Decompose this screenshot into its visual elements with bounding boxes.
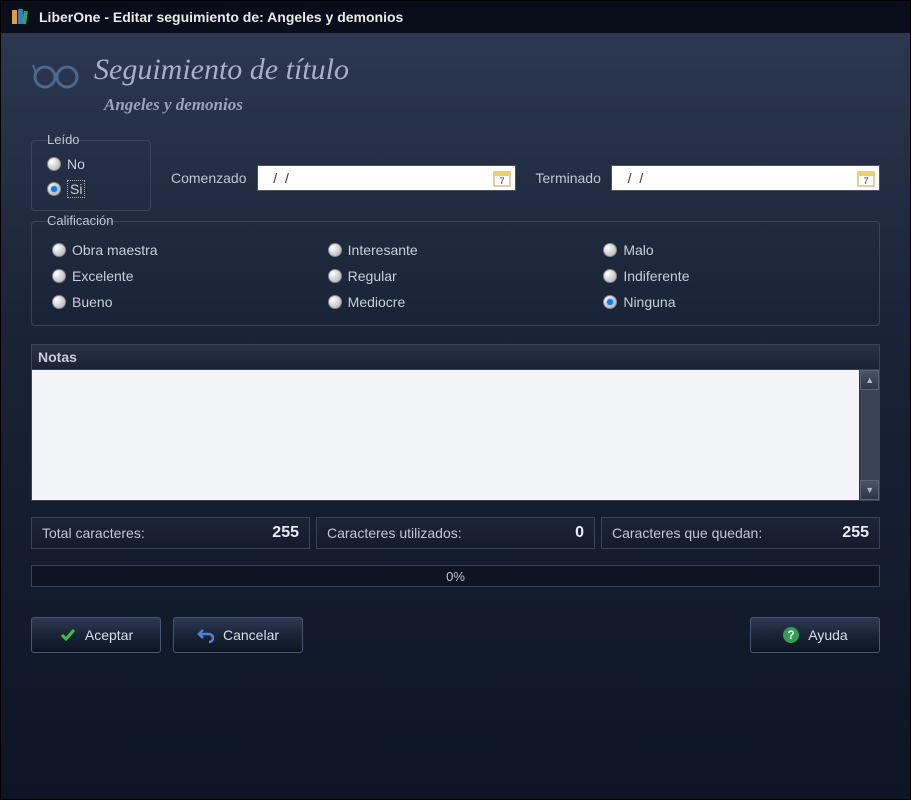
radio-malo[interactable]: Malo bbox=[603, 242, 859, 258]
started-date-input[interactable] bbox=[258, 167, 492, 189]
calificacion-options: Obra maestra Interesante Malo Excelente … bbox=[52, 242, 859, 310]
stat-label: Caracteres utilizados: bbox=[327, 525, 462, 541]
ended-input-wrap: 7 bbox=[611, 165, 880, 191]
notas-wrap: ▲ ▼ bbox=[31, 370, 880, 501]
radio-icon bbox=[52, 243, 66, 257]
radio-icon bbox=[328, 243, 342, 257]
radio-icon bbox=[328, 269, 342, 283]
calendar-icon[interactable]: 7 bbox=[856, 168, 876, 188]
radio-leido-si[interactable]: Si bbox=[47, 180, 135, 198]
radio-label: Obra maestra bbox=[72, 242, 158, 258]
spacer bbox=[315, 617, 738, 653]
undo-icon bbox=[197, 626, 215, 644]
notas-label: Notas bbox=[31, 344, 880, 370]
radio-label: Mediocre bbox=[348, 294, 406, 310]
progress-bar: 0% bbox=[31, 565, 880, 587]
radio-label: Malo bbox=[623, 242, 653, 258]
radio-label: Excelente bbox=[72, 268, 133, 284]
stat-value: 255 bbox=[842, 524, 869, 542]
check-icon bbox=[59, 626, 77, 644]
radio-icon bbox=[603, 243, 617, 257]
svg-text:7: 7 bbox=[863, 176, 868, 186]
radio-label: Si bbox=[67, 180, 85, 198]
stat-value: 255 bbox=[272, 524, 299, 542]
dates-area: Comenzado 7 Terminado bbox=[171, 140, 880, 191]
titlebar[interactable]: LiberOne - Editar seguimiento de: Angele… bbox=[1, 1, 910, 33]
notas-textarea[interactable] bbox=[32, 370, 859, 500]
page-subtitle: Angeles y demonios bbox=[104, 95, 349, 115]
accept-button[interactable]: Aceptar bbox=[31, 617, 161, 653]
leido-options: No Si bbox=[47, 156, 135, 198]
app-icon bbox=[11, 8, 29, 26]
radio-interesante[interactable]: Interesante bbox=[328, 242, 584, 258]
cancel-button[interactable]: Cancelar bbox=[173, 617, 303, 653]
progress-label: 0% bbox=[446, 569, 465, 584]
radio-icon bbox=[603, 295, 617, 309]
notas-section: Notas ▲ ▼ bbox=[31, 344, 880, 501]
leido-legend: Leído bbox=[42, 132, 85, 147]
started-input-wrap: 7 bbox=[257, 165, 516, 191]
radio-leido-no[interactable]: No bbox=[47, 156, 135, 172]
scroll-up-icon[interactable]: ▲ bbox=[860, 370, 879, 390]
radio-label: Indiferente bbox=[623, 268, 689, 284]
header-text: Seguimiento de título Angeles y demonios bbox=[94, 53, 349, 115]
stat-total: Total caracteres: 255 bbox=[31, 517, 310, 549]
button-label: Ayuda bbox=[808, 627, 847, 643]
page-title: Seguimiento de título bbox=[94, 53, 349, 87]
stats-row: Total caracteres: 255 Caracteres utiliza… bbox=[31, 517, 880, 549]
help-button[interactable]: ? Ayuda bbox=[750, 617, 880, 653]
button-label: Aceptar bbox=[85, 627, 133, 643]
radio-regular[interactable]: Regular bbox=[328, 268, 584, 284]
radio-ninguna[interactable]: Ninguna bbox=[603, 294, 859, 310]
started-label: Comenzado bbox=[171, 170, 247, 186]
radio-icon bbox=[52, 269, 66, 283]
glasses-icon bbox=[31, 53, 79, 93]
stat-label: Total caracteres: bbox=[42, 525, 145, 541]
stat-label: Caracteres que quedan: bbox=[612, 525, 762, 541]
ended-label: Terminado bbox=[536, 170, 601, 186]
radio-label: Interesante bbox=[348, 242, 418, 258]
radio-label: Bueno bbox=[72, 294, 112, 310]
dialog-window: LiberOne - Editar seguimiento de: Angele… bbox=[0, 0, 911, 800]
radio-label: Regular bbox=[348, 268, 397, 284]
stat-value: 0 bbox=[575, 524, 584, 542]
stat-remaining: Caracteres que quedan: 255 bbox=[601, 517, 880, 549]
radio-icon bbox=[47, 157, 61, 171]
help-icon: ? bbox=[782, 626, 800, 644]
read-dates-row: Leído No Si Comenzado bbox=[31, 140, 880, 211]
scrollbar[interactable]: ▲ ▼ bbox=[859, 370, 879, 500]
ended-date-input[interactable] bbox=[612, 167, 856, 189]
button-label: Cancelar bbox=[223, 627, 279, 643]
leido-group: Leído No Si bbox=[31, 140, 151, 211]
radio-label: Ninguna bbox=[623, 294, 675, 310]
buttons-row: Aceptar Cancelar ? Ayuda bbox=[31, 617, 880, 653]
header: Seguimiento de título Angeles y demonios bbox=[31, 53, 880, 130]
window-title: LiberOne - Editar seguimiento de: Angele… bbox=[39, 9, 403, 25]
started-date-field: Comenzado 7 bbox=[171, 165, 516, 191]
radio-indiferente[interactable]: Indiferente bbox=[603, 268, 859, 284]
radio-icon bbox=[52, 295, 66, 309]
svg-text:?: ? bbox=[788, 628, 795, 642]
radio-label: No bbox=[67, 156, 85, 172]
radio-obra-maestra[interactable]: Obra maestra bbox=[52, 242, 308, 258]
stat-used: Caracteres utilizados: 0 bbox=[316, 517, 595, 549]
radio-icon bbox=[328, 295, 342, 309]
scroll-down-icon[interactable]: ▼ bbox=[860, 480, 879, 500]
radio-bueno[interactable]: Bueno bbox=[52, 294, 308, 310]
ended-date-field: Terminado 7 bbox=[536, 165, 881, 191]
calendar-icon[interactable]: 7 bbox=[492, 168, 512, 188]
calificacion-legend: Calificación bbox=[42, 213, 118, 228]
radio-excelente[interactable]: Excelente bbox=[52, 268, 308, 284]
radio-mediocre[interactable]: Mediocre bbox=[328, 294, 584, 310]
calificacion-group: Calificación Obra maestra Interesante Ma… bbox=[31, 221, 880, 326]
content-area: Seguimiento de título Angeles y demonios… bbox=[1, 33, 910, 799]
radio-icon bbox=[603, 269, 617, 283]
svg-text:7: 7 bbox=[499, 176, 504, 186]
radio-icon bbox=[47, 182, 61, 196]
